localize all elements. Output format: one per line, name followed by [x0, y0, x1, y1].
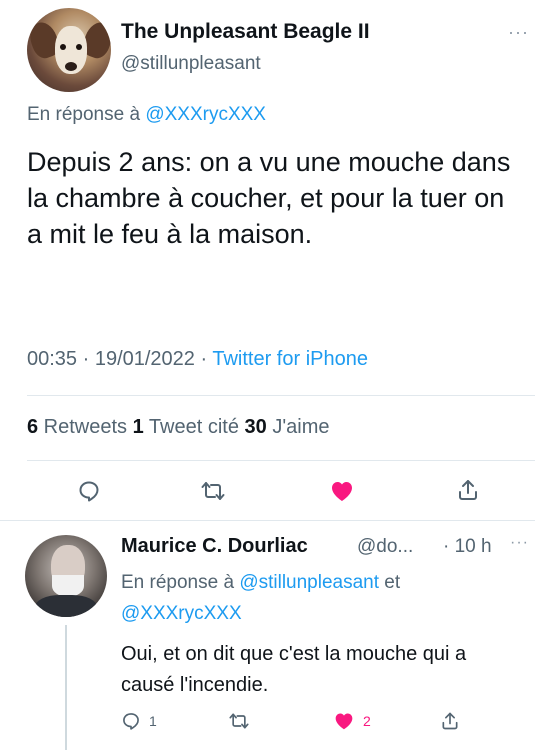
reply-mention-link[interactable]: @XXXrycXXX [145, 104, 266, 125]
reply-mention-link-2[interactable]: @XXXrycXXX [121, 603, 242, 624]
reply-like-count: 2 [363, 713, 371, 729]
divider-middle [27, 460, 535, 461]
tweet-meta: 00:35 · 19/01/2022 · Twitter for iPhone [27, 348, 368, 371]
retweet-icon[interactable] [197, 475, 229, 507]
avatar-person-beard [52, 575, 84, 597]
reply-timestamp[interactable]: · 10 h [443, 536, 492, 558]
tweet-timestamp[interactable]: 00:35 · 19/01/2022 · [27, 348, 212, 370]
share-icon[interactable] [452, 474, 484, 506]
reply-mention-link-1[interactable]: @stillunpleasant [239, 572, 379, 593]
reply-reply-button[interactable]: 1 [121, 709, 157, 733]
reply-share-icon[interactable] [440, 709, 460, 733]
quotes-label: Tweet cité [143, 416, 245, 438]
author-name[interactable]: The Unpleasant Beagle II [121, 20, 370, 44]
divider-top [27, 395, 535, 396]
reply-context: En réponse à @XXXrycXXX [27, 104, 266, 126]
reply-reply-context: En réponse à @stillunpleasant et @XXXryc… [121, 567, 511, 629]
thread-line [65, 625, 67, 750]
author-handle[interactable]: @stillunpleasant [121, 53, 261, 75]
more-options-icon[interactable]: ··· [508, 22, 529, 43]
author-avatar[interactable] [27, 8, 111, 92]
like-icon [333, 711, 355, 731]
reply-icon[interactable] [73, 475, 105, 507]
reply-more-options-icon[interactable]: ··· [510, 534, 529, 552]
likes-count: 30 [244, 416, 267, 438]
reply-context-prefix: En réponse à [27, 104, 146, 125]
like-icon[interactable] [325, 474, 359, 508]
reply-author-handle[interactable]: @do... [357, 536, 413, 558]
divider-bottom [0, 520, 535, 521]
reply-context-prefix: En réponse à [121, 572, 240, 593]
tweet-stats: 6 Retweets 1 Tweet cité 30 J'aime [27, 416, 330, 439]
reply-retweet-icon[interactable] [228, 709, 250, 733]
avatar-dog-nose [65, 62, 77, 71]
reply-author-name[interactable]: Maurice C. Dourliac [121, 535, 308, 558]
quotes-stat[interactable]: 1 Tweet cité [133, 416, 245, 438]
tweet-source-link[interactable]: Twitter for iPhone [212, 348, 368, 370]
avatar-dog-eye-left [60, 44, 66, 50]
likes-label: J'aime [266, 416, 330, 438]
retweets-count: 6 [27, 416, 39, 438]
avatar-dog-eye-right [76, 44, 82, 50]
reply-author-avatar[interactable] [25, 535, 107, 617]
avatar-person-shirt [35, 595, 97, 617]
retweets-label: Retweets [38, 416, 133, 438]
retweets-stat[interactable]: 6 Retweets [27, 416, 133, 438]
likes-stat[interactable]: 30 J'aime [245, 416, 330, 438]
reply-context-joiner: et [379, 572, 401, 593]
reply-text: Oui, et on dit que c'est la mouche qui a… [121, 643, 467, 696]
reply-icon [121, 711, 141, 731]
quotes-count: 1 [132, 416, 144, 438]
reply-reply-count: 1 [149, 713, 157, 729]
reply-like-button[interactable]: 2 [333, 709, 371, 733]
tweet-text: Depuis 2 ans: on a vu une mouche dans la… [27, 147, 511, 249]
